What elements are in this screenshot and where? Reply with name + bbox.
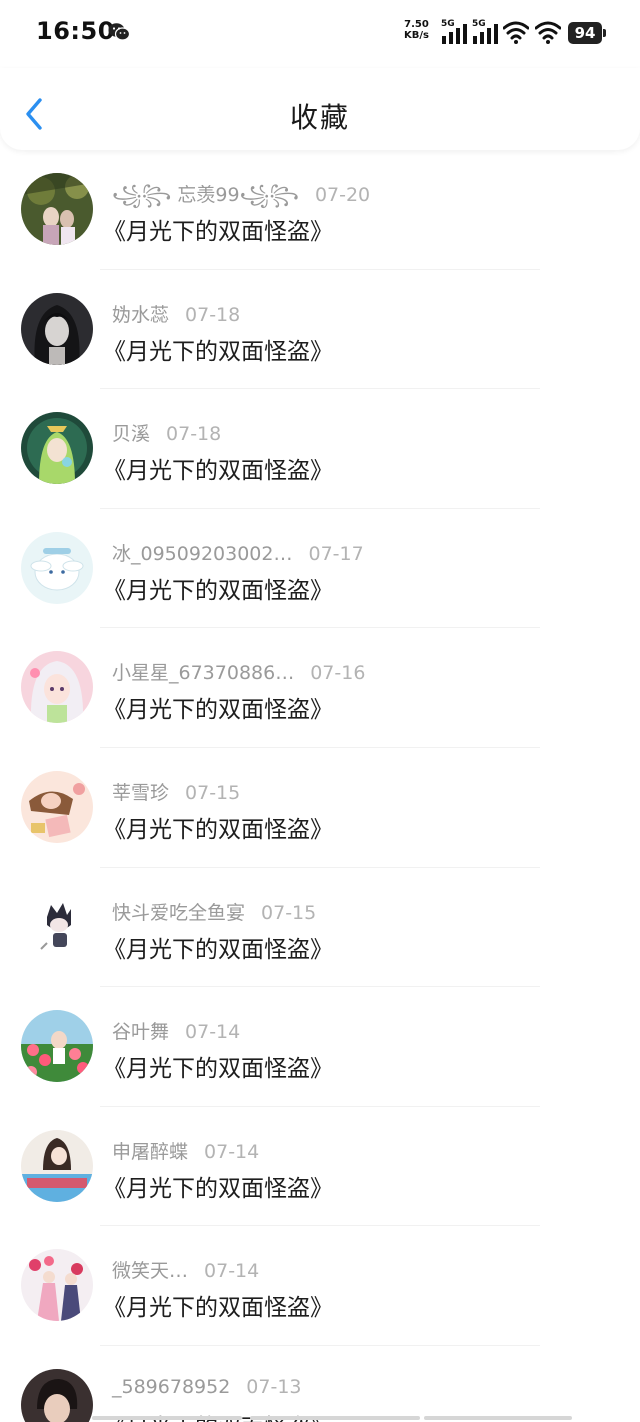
favorites-list: ꧁꧂ 忘羡99꧁꧂ 07-20 《月光下的双面怪盗》 妫水蕊 07-18 《月光下的… [0,150,640,1422]
network-speed: 7.50 KB/s [404,19,429,41]
date: 07-13 [246,1375,302,1398]
item-meta: 冰_09509203002… 07-17 [112,539,364,566]
item-meta: 快斗爱吃全鱼宴 07-15 [112,898,316,925]
page-title: 收藏 [289,101,350,134]
username[interactable]: 贝溪 [112,423,150,445]
work-title[interactable]: 《月光下的双面怪盗》 [103,212,333,246]
date: 07-18 [185,303,241,326]
work-title[interactable]: 《月光下的双面怪盗》 [103,690,333,724]
list-item[interactable]: _58967895207-13 《月光下的双面怪盗》 [0,1346,640,1422]
work-title[interactable]: 《月光下的双面怪盗》 [103,810,333,844]
item-meta: _589678952 07-13 [112,1376,302,1398]
scroll-indicator [250,1416,420,1420]
wifi-icon [535,21,561,44]
date: 07-14 [204,1260,260,1283]
status-time: 16:50 [36,17,115,45]
list-item[interactable]: 谷叶舞 07-14 《月光下的双面怪盗》 [0,987,640,1107]
avatar[interactable] [21,173,93,245]
list-item[interactable]: 冰_09509203002… 07-17 《月光下的双面怪盗》 [0,509,640,629]
avatar[interactable] [21,1368,93,1422]
work-title[interactable]: 《月光下的双面怪盗》 [103,1049,333,1083]
item-meta: 莘雪珍 07-15 [112,778,240,805]
list-item[interactable]: 贝溪 07-18 《月光下的双面怪盗》 [0,389,640,509]
username[interactable]: 快斗爱吃全鱼宴 [112,902,245,924]
scroll-indicator [92,1416,242,1420]
item-meta: 小星星_67370886… 07-16 [112,658,365,685]
username[interactable]: ꧁꧂ 忘羡99꧁꧂ [112,184,299,206]
username[interactable]: 谷叶舞 [112,1021,169,1043]
item-meta: 妫水蕊 07-18 [112,300,240,327]
work-title[interactable]: 《月光下的双面怪盗》 [103,1288,333,1322]
top-navigation-bar: 收藏 [0,68,640,150]
avatar[interactable] [21,1010,93,1083]
avatar[interactable] [21,770,93,843]
signal-icon: 5G [472,18,500,46]
work-title[interactable]: 《月光下的双面怪盗》 [103,1169,333,1203]
list-item[interactable]: ꧁꧂ 忘羡99꧁꧂ 07-20 《月光下的双面怪盗》 [0,150,640,270]
username[interactable]: _589678952 [112,1376,230,1398]
username[interactable]: 微笑天… [112,1260,188,1282]
date: 07-15 [185,781,241,804]
date: 07-16 [310,662,366,685]
avatar[interactable] [21,412,93,485]
item-meta: 谷叶舞 07-14 [112,1017,240,1044]
battery-indicator: 94 [568,22,606,44]
username[interactable]: 冰_09509203002… [112,543,292,565]
list-item[interactable]: 莘雪珍 07-15 《月光下的双面怪盗》 [0,748,640,868]
date: 07-18 [166,423,222,446]
network-speed-value: 7.50 [404,19,429,30]
item-meta: 申屠醉蝶 07-14 [112,1137,259,1164]
date: 07-14 [204,1140,260,1163]
work-title[interactable]: 《月光下的双面怪盗》 [103,930,333,964]
signal-icon: 5G [441,18,469,46]
list-item[interactable]: 申屠醉蝶 07-14 《月光下的双面怪盗》 [0,1107,640,1227]
date: 07-17 [308,542,364,565]
item-meta: 微笑天… 07-14 [112,1256,259,1283]
list-item[interactable]: 微笑天… 07-14 《月光下的双面怪盗》 [0,1226,640,1346]
avatar[interactable] [21,292,93,365]
username[interactable]: 申屠醉蝶 [112,1141,188,1163]
avatar[interactable] [21,1249,93,1322]
username[interactable]: 妫水蕊 [112,304,169,326]
item-meta: 贝溪 07-18 [112,419,221,446]
avatar[interactable] [21,651,93,724]
date: 07-14 [185,1021,241,1044]
list-item[interactable]: 妫水蕊 07-18 《月光下的双面怪盗》 [0,270,640,390]
work-title[interactable]: 《月光下的双面怪盗》 [103,451,333,485]
list-item[interactable]: 小星星_67370886… 07-16 《月光下的双面怪盗》 [0,628,640,748]
avatar[interactable] [21,531,93,604]
work-title[interactable]: 《月光下的双面怪盗》 [103,332,333,366]
username[interactable]: 莘雪珍 [112,782,169,804]
status-bar: 16:50 7.50 KB/s 5G 5G 94 [0,0,640,68]
username[interactable]: 小星星_67370886… [112,662,294,684]
date: 07-20 [314,184,371,206]
wechat-icon [108,23,130,41]
list-item[interactable]: 快斗爱吃全鱼宴 07-15 《月光下的双面怪盗》 [0,868,640,988]
work-title[interactable]: 《月光下的双面怪盗》 [103,571,333,605]
scroll-indicator [424,1416,572,1420]
avatar[interactable] [21,890,93,963]
avatar[interactable] [21,1129,93,1202]
network-speed-unit: KB/s [404,30,429,41]
wifi-icon [503,21,529,44]
date: 07-15 [261,901,317,924]
